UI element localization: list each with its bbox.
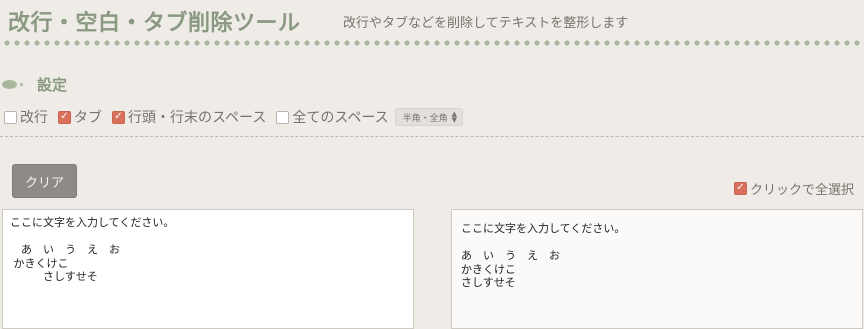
dashed-divider xyxy=(0,136,864,137)
space-width-select[interactable]: 半角・全角 ▲ ▼ xyxy=(394,108,464,126)
checkbox-all-spaces[interactable] xyxy=(276,110,290,124)
checkbox-newline[interactable] xyxy=(4,110,17,124)
checkbox-tab[interactable]: ✓ xyxy=(58,110,71,124)
settings-heading: 設定 xyxy=(2,74,67,94)
header: 改行・空白・タブ削除ツール 改行やタブなどを削除してテキストを整形します xyxy=(0,0,864,42)
space-width-select-value: 半角・全角 xyxy=(402,113,448,124)
option-all-spaces[interactable]: 全てのスペース xyxy=(276,107,389,127)
clear-button[interactable]: クリア xyxy=(12,164,77,198)
dot-icon xyxy=(20,82,23,86)
option-newline-label: 改行 xyxy=(20,110,48,126)
settings-options: 改行 ✓ タブ ✓ 行頭・行末のスペース 全てのスペース 半角・全角 ▲ ▼ xyxy=(4,107,464,127)
checkbox-select-all[interactable]: ✓ xyxy=(734,181,747,195)
select-all-label: クリックで全選択 xyxy=(750,182,855,198)
leaf-icon xyxy=(2,79,17,89)
checkbox-trim-spaces[interactable]: ✓ xyxy=(112,110,125,124)
option-newline[interactable]: 改行 xyxy=(4,107,48,127)
option-tab[interactable]: ✓ タブ xyxy=(58,107,102,127)
select-arrows-icon: ▲ ▼ xyxy=(451,110,458,124)
select-all-toggle[interactable]: ✓ クリックで全選択 xyxy=(734,180,855,198)
output-textarea[interactable]: ここに文字を入力してください。 あ い う え お かきくけこ さしすせそ xyxy=(451,209,863,329)
option-tab-label: タブ xyxy=(74,110,102,126)
settings-heading-label: 設定 xyxy=(37,75,68,94)
app-title: 改行・空白・タブ削除ツール xyxy=(8,11,301,36)
app-subtitle: 改行やタブなどを削除してテキストを整形します xyxy=(343,16,629,31)
dotted-divider xyxy=(0,40,864,46)
option-trim-spaces[interactable]: ✓ 行頭・行末のスペース xyxy=(112,107,266,127)
option-trim-spaces-label: 行頭・行末のスペース xyxy=(128,110,267,126)
input-textarea[interactable]: ここに文字を入力してください。 あ い う え お かきくけこ さしすせそ xyxy=(2,209,414,329)
option-all-spaces-label: 全てのスペース xyxy=(292,110,389,126)
